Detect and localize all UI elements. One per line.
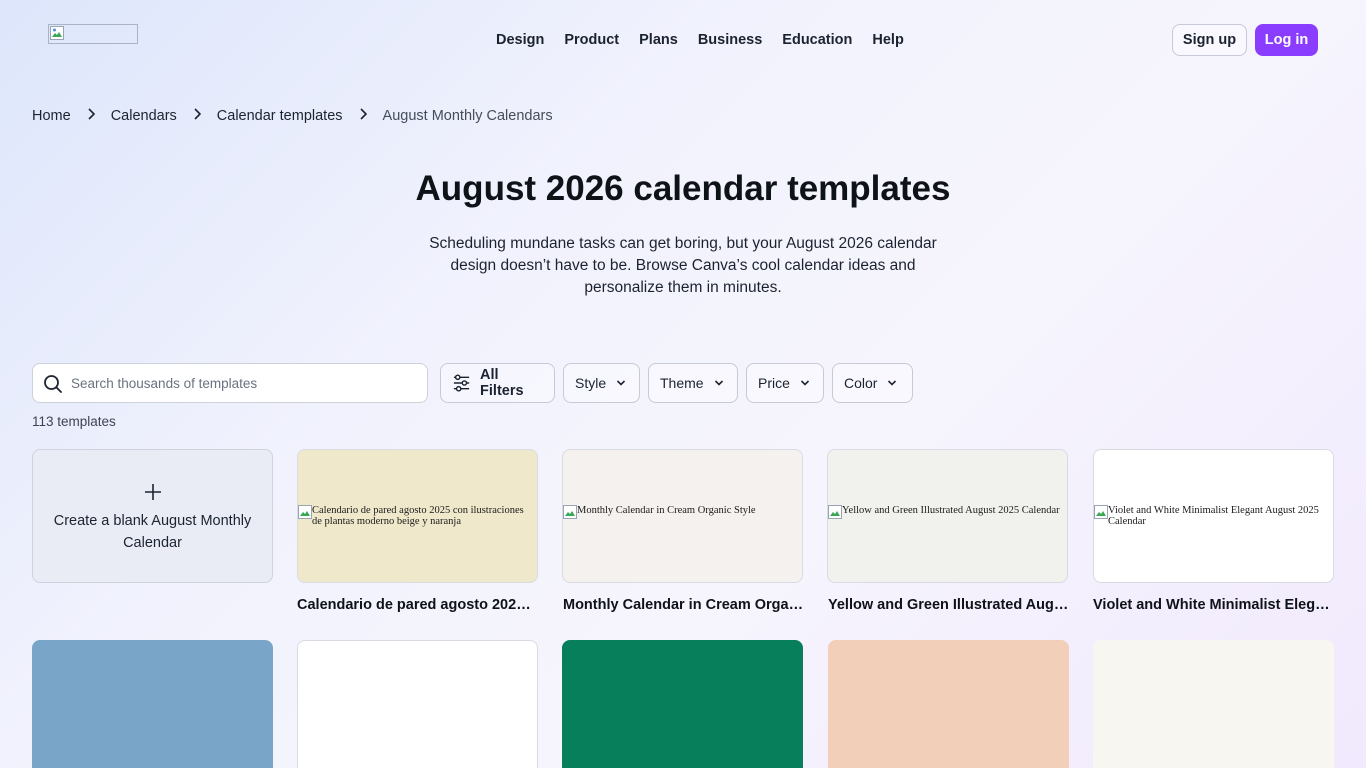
- template-search: [32, 363, 428, 403]
- chevron-down-icon: [800, 380, 809, 386]
- sliders-icon: [453, 374, 470, 392]
- template-thumbnail: Calendario de pared agosto 2025 con ilus…: [298, 505, 537, 527]
- nav-education[interactable]: Education: [782, 30, 852, 50]
- template-card[interactable]: [297, 640, 538, 768]
- thumbnail-alt-text: Calendario de pared agosto 2025 con ilus…: [312, 505, 524, 527]
- breadcrumb-calendars[interactable]: Calendars: [111, 107, 177, 125]
- chevron-right-icon: [71, 107, 111, 125]
- broken-image-icon: [298, 505, 312, 519]
- create-blank-label: Create a blank August Monthly Calendar: [53, 513, 252, 551]
- template-thumbnail: Violet and White Minimalist Elegant Augu…: [1094, 505, 1333, 527]
- breadcrumb-calendar-templates[interactable]: Calendar templates: [217, 107, 343, 125]
- template-thumbnail: Monthly Calendar in Cream Organic Style: [563, 505, 802, 519]
- template-card[interactable]: Monthly Calendar in Cream Organic Style: [562, 449, 803, 583]
- thumbnail-alt-text: Monthly Calendar in Cream Organic Style: [577, 505, 756, 516]
- breadcrumb: Home Calendars Calendar templates August…: [32, 107, 553, 125]
- template-card[interactable]: Violet and White Minimalist Elegant Augu…: [1093, 449, 1334, 583]
- all-filters-label: All Filters: [480, 367, 524, 399]
- results-count: 113 templates: [32, 414, 116, 429]
- sign-up-button[interactable]: Sign up: [1172, 24, 1247, 56]
- nav-business[interactable]: Business: [698, 30, 762, 50]
- color-filter-dropdown[interactable]: Color: [832, 363, 913, 403]
- breadcrumb-current: August Monthly Calendars: [382, 108, 553, 124]
- chevron-down-icon: [888, 380, 897, 386]
- color-filter-label: Color: [844, 375, 878, 391]
- template-title[interactable]: Yellow and Green Illustrated August 2025…: [828, 596, 1069, 614]
- template-title[interactable]: Calendario de pared agosto 2025 con ilus…: [297, 596, 538, 614]
- log-in-button[interactable]: Log in: [1255, 24, 1318, 56]
- template-card[interactable]: Calendario de pared agosto 2025 con ilus…: [297, 449, 538, 583]
- breadcrumb-home[interactable]: Home: [32, 107, 71, 125]
- search-input[interactable]: [71, 365, 421, 401]
- nav-help[interactable]: Help: [872, 30, 903, 50]
- page-title: August 2026 calendar templates: [415, 169, 951, 208]
- broken-image-icon: [1094, 505, 1108, 519]
- style-filter-label: Style: [575, 375, 607, 391]
- chevron-down-icon: [617, 380, 626, 386]
- template-title[interactable]: Monthly Calendar in Cream Organic Style: [563, 596, 804, 614]
- site-header: Design Product Plans Business Education …: [0, 0, 1366, 80]
- chevron-right-icon: [177, 107, 217, 125]
- canva-logo[interactable]: [48, 24, 138, 44]
- chevron-down-icon: [714, 380, 723, 386]
- nav-plans[interactable]: Plans: [639, 30, 678, 50]
- price-filter-label: Price: [758, 375, 790, 391]
- page-subtitle: Scheduling mundane tasks can get boring,…: [429, 235, 937, 296]
- nav-design[interactable]: Design: [496, 30, 544, 50]
- template-title[interactable]: Violet and White Minimalist Elegant Augu…: [1093, 596, 1334, 614]
- template-thumbnail: Yellow and Green Illustrated August 2025…: [828, 505, 1067, 519]
- template-card[interactable]: [1093, 640, 1334, 768]
- broken-image-icon: [828, 505, 842, 519]
- broken-image-icon: [563, 505, 577, 519]
- theme-filter-label: Theme: [660, 375, 704, 391]
- style-filter-dropdown[interactable]: Style: [563, 363, 640, 403]
- template-card[interactable]: [562, 640, 803, 768]
- thumbnail-alt-text: Violet and White Minimalist Elegant Augu…: [1108, 505, 1319, 527]
- template-card[interactable]: Yellow and Green Illustrated August 2025…: [827, 449, 1068, 583]
- price-filter-dropdown[interactable]: Price: [746, 363, 824, 403]
- template-card[interactable]: [828, 640, 1069, 768]
- chevron-right-icon: [343, 107, 383, 125]
- thumbnail-alt-text: Yellow and Green Illustrated August 2025…: [842, 505, 1060, 516]
- search-icon: [44, 375, 62, 393]
- main-nav: Design Product Plans Business Education …: [496, 30, 904, 50]
- nav-product[interactable]: Product: [564, 30, 619, 50]
- plus-icon: [145, 484, 161, 500]
- broken-image-icon: [50, 26, 64, 40]
- all-filters-button[interactable]: All Filters: [440, 363, 555, 403]
- create-blank-card[interactable]: Create a blank August Monthly Calendar: [32, 449, 273, 583]
- theme-filter-dropdown[interactable]: Theme: [648, 363, 738, 403]
- template-card[interactable]: [32, 640, 273, 768]
